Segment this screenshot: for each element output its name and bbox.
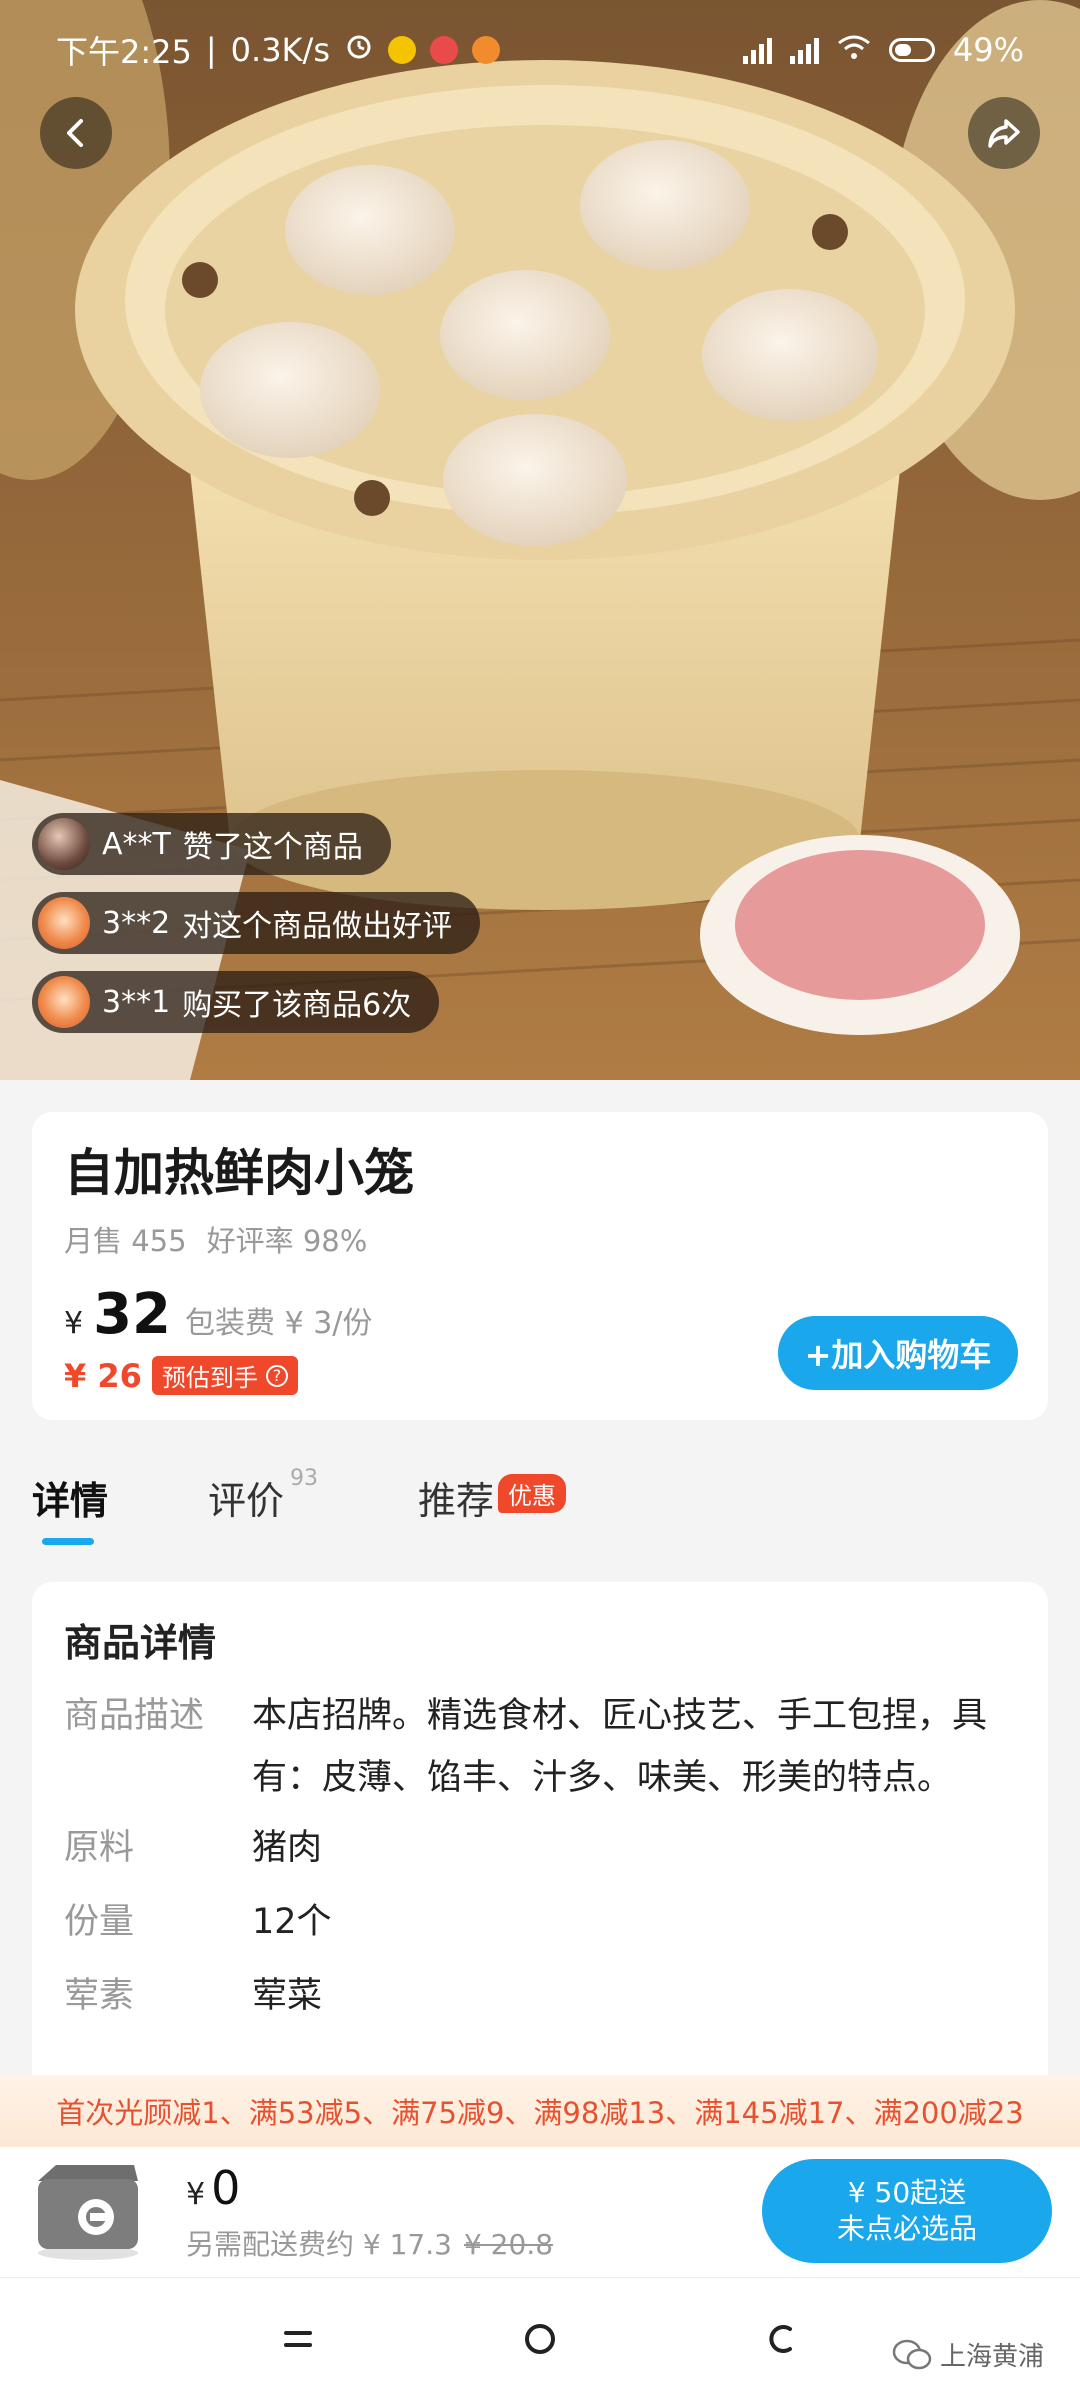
back-button[interactable]: [40, 97, 112, 169]
detail-value: 本店招牌。精选食材、匠心技艺、手工包捏，具有：皮薄、馅丰、汁多、味美、形美的特点…: [252, 1696, 988, 1798]
product-details-card: 商品详情 商品描述 本店招牌。精选食材、匠心技艺、手工包捏，具有：皮薄、馅丰、汁…: [32, 1582, 1048, 2102]
estimated-price-row: ¥ 26 预估到手 ?: [64, 1356, 298, 1395]
cart-bar: ¥ 0 另需配送费约 ¥ 17.3 ¥ 20.8 ¥ 50起送 未点必选品: [0, 2147, 1080, 2277]
detail-row: 原料 猪肉: [64, 1817, 1016, 1879]
wifi-icon: [837, 31, 871, 69]
activity-text: 购买了该商品6次: [182, 988, 412, 1023]
back-nav-button[interactable]: [752, 2314, 812, 2364]
product-stats: 月售 455 好评率 98%: [64, 1218, 1016, 1260]
battery-icon: [888, 38, 935, 62]
system-nav-bar: 上海黄浦: [0, 2277, 1080, 2400]
activity-bubble: 3**2 对这个商品做出好评: [32, 892, 481, 954]
product-title: 自加热鲜肉小笼: [64, 1144, 414, 1202]
add-to-cart-button[interactable]: +加入购物车: [778, 1316, 1018, 1390]
min-order-button[interactable]: ¥ 50起送 未点必选品: [762, 2159, 1052, 2263]
chevron-left-icon: [67, 119, 83, 147]
discount-badge: 优惠: [498, 1474, 567, 1513]
detail-label: 商品描述: [64, 1696, 205, 1736]
delivery-fee: 另需配送费约 ¥ 17.3 ¥ 20.8: [186, 2228, 554, 2261]
price-row: ¥ 32 包装费 ¥ 3/份: [64, 1282, 372, 1347]
detail-label: 原料: [64, 1828, 135, 1868]
share-icon: [988, 119, 1020, 148]
promo-banner[interactable]: 首次光顾减1、满53减5、满75减9、满98减13、满145减17、满200减2…: [0, 2075, 1080, 2147]
question-icon: ?: [265, 1364, 288, 1387]
app-notification-icon: [471, 36, 500, 64]
detail-value: 荤菜: [252, 1976, 323, 2016]
home-circle-icon: [525, 2324, 555, 2354]
detail-row: 商品描述 本店招牌。精选食材、匠心技艺、手工包捏，具有：皮薄、馅丰、汁多、味美、…: [64, 1685, 1016, 1809]
activity-user: 3**2: [102, 905, 171, 941]
app-notification-icon: [387, 36, 416, 64]
active-tab-indicator: [42, 1538, 94, 1545]
tab-reviews[interactable]: 评价 93: [208, 1466, 318, 1525]
share-button[interactable]: [968, 97, 1040, 169]
home-nav-button[interactable]: [510, 2314, 570, 2364]
cart-amount: 0: [211, 2161, 241, 2215]
product-price: 32: [93, 1282, 172, 1347]
detail-label: 荤素: [64, 1976, 135, 2016]
cart-total: ¥ 0: [186, 2161, 240, 2215]
monthly-sales: 455: [131, 1224, 187, 1258]
avatar: [38, 818, 90, 870]
packaging-fee: 包装费 ¥ 3/份: [185, 1306, 373, 1341]
rating-label: 好评率: [206, 1224, 294, 1258]
activity-text: 对这个商品做出好评: [182, 909, 453, 944]
currency-symbol: ¥: [64, 1306, 84, 1341]
estimated-price: ¥ 26: [64, 1356, 142, 1395]
status-time: 下午2:25: [56, 33, 192, 71]
app-notification-icon: [429, 36, 458, 64]
product-hero-image: 下午2:25 | 0.3K/s 49% A**T 赞了这个商品 3**2 对这个…: [0, 0, 1080, 1080]
tab-details[interactable]: 详情: [32, 1470, 108, 1545]
menu-icon: [284, 2331, 312, 2347]
signal-icon: [742, 36, 772, 64]
monthly-sales-label: 月售: [64, 1224, 123, 1258]
review-count: 93: [290, 1466, 319, 1491]
signal-icon: [789, 36, 819, 64]
detail-value: 猪肉: [252, 1828, 323, 1868]
status-bar: 下午2:25 | 0.3K/s 49%: [0, 0, 1080, 100]
menu-nav-button[interactable]: [268, 2314, 328, 2364]
product-info-card: 自加热鲜肉小笼 月售 455 好评率 98% ¥ 32 包装费 ¥ 3/份 ¥ …: [32, 1112, 1048, 1420]
tab-recommend[interactable]: 推荐 优惠: [418, 1470, 567, 1525]
avatar: [38, 976, 90, 1028]
activity-text: 赞了这个商品: [182, 830, 363, 865]
wechat-icon: [892, 2339, 932, 2369]
alarm-icon: [344, 31, 374, 69]
source-watermark: 上海黄浦: [892, 2336, 1044, 2373]
detail-label: 份量: [64, 1902, 135, 1942]
rating-value: 98%: [302, 1224, 368, 1258]
detail-row: 荤素 荤菜: [64, 1965, 1016, 2027]
activity-user: A**T: [102, 826, 171, 862]
detail-value: 12个: [252, 1902, 332, 1942]
avatar: [38, 897, 90, 949]
currency-symbol: ¥: [186, 2177, 206, 2212]
details-heading: 商品详情: [64, 1621, 217, 1665]
back-arc-icon: [769, 2325, 792, 2353]
battery-level: 49%: [952, 31, 1024, 69]
estimated-price-badge[interactable]: 预估到手 ?: [151, 1356, 298, 1395]
status-network-speed: 0.3K/s: [230, 31, 330, 69]
cart-icon[interactable]: [30, 2157, 146, 2261]
activity-bubble: A**T 赞了这个商品: [32, 813, 391, 875]
detail-tabs: 详情 评价 93 推荐 优惠: [32, 1466, 666, 1550]
detail-row: 份量 12个: [64, 1891, 1016, 1953]
activity-bubble: 3**1 购买了该商品6次: [32, 971, 440, 1033]
original-delivery-fee: ¥ 20.8: [463, 2228, 554, 2261]
activity-user: 3**1: [102, 984, 171, 1020]
